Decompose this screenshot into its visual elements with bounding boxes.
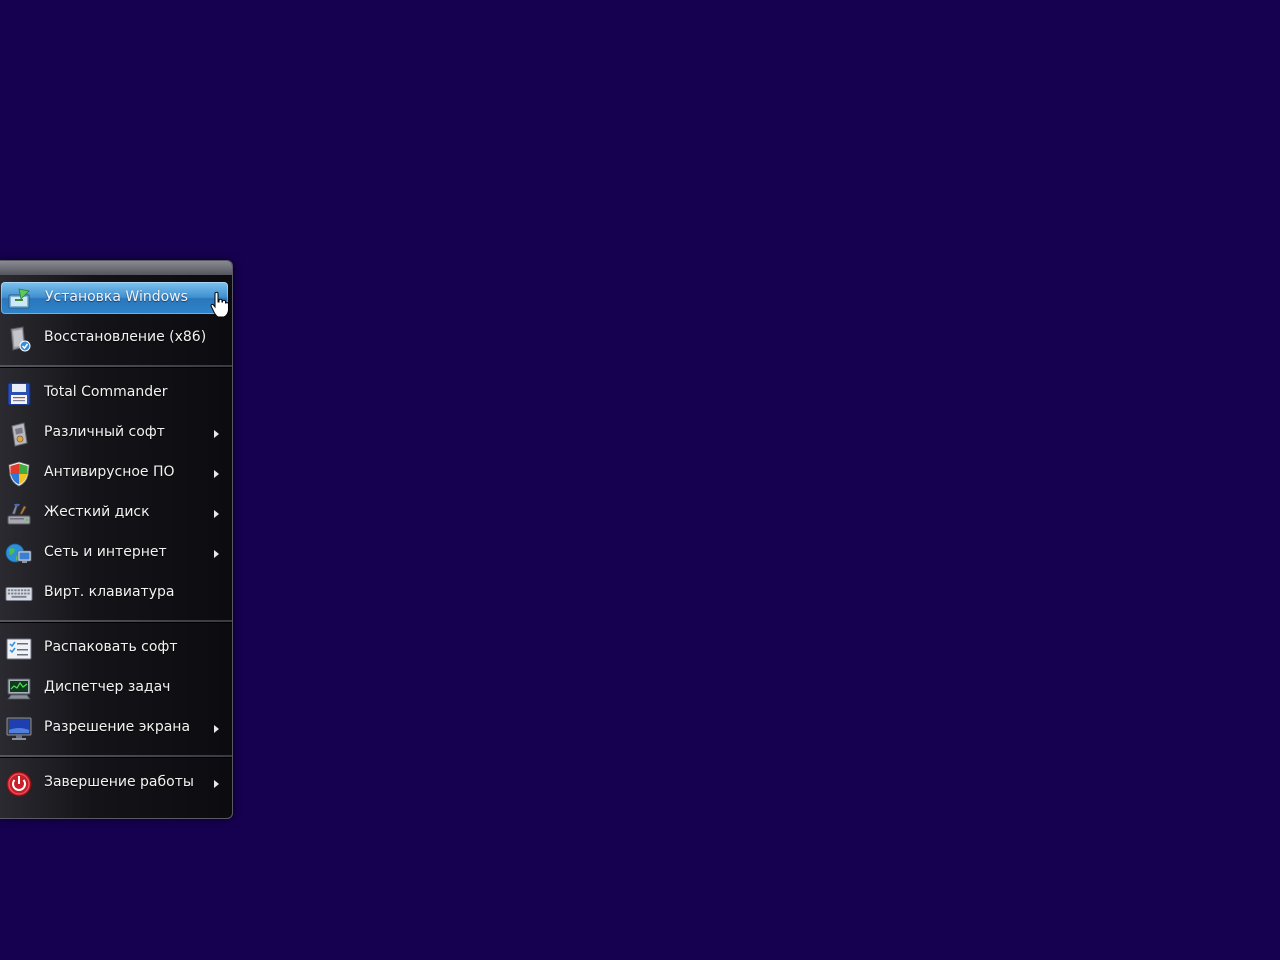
floppy-disk-icon <box>5 380 33 408</box>
menu-item-various-software[interactable]: Различный софт <box>0 417 229 449</box>
menu-item-label: Total Commander <box>44 384 168 400</box>
menu-item-label: Жесткий диск <box>44 504 150 520</box>
task-manager-icon <box>5 675 33 703</box>
submenu-arrow-icon <box>214 725 219 733</box>
menu-item-total-commander[interactable]: Total Commander <box>0 377 229 409</box>
menu-separator <box>0 755 232 758</box>
monitor-icon <box>5 715 33 743</box>
menu-item-hard-disk[interactable]: Жесткий диск <box>0 497 229 529</box>
checklist-icon <box>5 635 33 663</box>
menu-item-network[interactable]: Сеть и интернет <box>0 537 229 569</box>
network-globe-icon <box>5 540 33 568</box>
submenu-arrow-icon <box>214 550 219 558</box>
menu-item-antivirus[interactable]: Антивирусное ПО <box>0 457 229 489</box>
menu-item-unpack-software[interactable]: Распаковать софт <box>0 632 229 664</box>
menu-item-label: Вирт. клавиатура <box>44 584 175 600</box>
menu-item-recovery[interactable]: Восстановление (x86) <box>0 322 229 354</box>
menu-header-bar <box>0 261 232 275</box>
menu-item-label: Антивирусное ПО <box>44 464 175 480</box>
recovery-drive-icon <box>5 325 33 353</box>
menu-item-label: Различный софт <box>44 424 165 440</box>
hand-cursor-icon <box>210 291 229 318</box>
security-shield-icon <box>5 460 33 488</box>
menu-item-label: Диспетчер задач <box>44 679 171 695</box>
menu-item-label: Завершение работы <box>44 774 194 790</box>
menu-item-label: Установка Windows <box>45 289 188 305</box>
menu-separator <box>0 620 232 623</box>
software-package-icon <box>5 420 33 448</box>
menu-separator <box>0 365 232 368</box>
power-icon <box>5 770 33 798</box>
menu-item-shutdown[interactable]: Завершение работы <box>0 767 229 799</box>
submenu-arrow-icon <box>214 510 219 518</box>
menu-item-windows-setup[interactable]: Установка Windows <box>1 282 228 314</box>
menu-item-label: Разрешение экрана <box>44 719 191 735</box>
hard-disk-tools-icon <box>5 500 33 528</box>
submenu-arrow-icon <box>214 780 219 788</box>
submenu-arrow-icon <box>214 470 219 478</box>
menu-item-screen-resolution[interactable]: Разрешение экрана <box>0 712 229 744</box>
submenu-arrow-icon <box>214 430 219 438</box>
windows-setup-icon <box>6 285 34 313</box>
menu-item-label: Восстановление (x86) <box>44 329 207 345</box>
menu-item-virtual-keyboard[interactable]: Вирт. клавиатура <box>0 577 229 609</box>
menu-item-task-manager[interactable]: Диспетчер задач <box>0 672 229 704</box>
menu-item-label: Распаковать софт <box>44 639 178 655</box>
menu-item-label: Сеть и интернет <box>44 544 167 560</box>
keyboard-icon <box>5 580 33 608</box>
start-menu: Установка Windows Восстановление (x86) T… <box>0 260 233 819</box>
